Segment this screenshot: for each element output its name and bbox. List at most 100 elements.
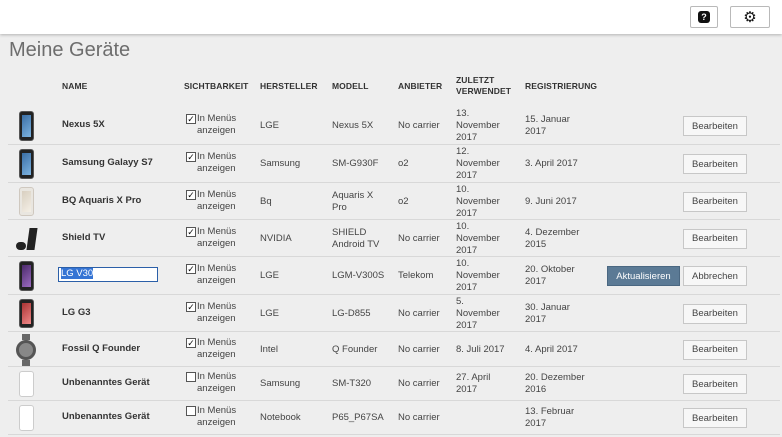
last-used-line1: 27. April — [456, 372, 491, 383]
last-used: 5. November 2017 — [456, 296, 500, 332]
registration-date: 20. Dezember 2016 — [525, 372, 585, 396]
last-used-line3: 2017 — [456, 244, 478, 256]
console-shape — [26, 227, 38, 250]
model-line1: SM-G930F — [332, 158, 379, 169]
edit-button[interactable]: Bearbeiten — [683, 191, 747, 212]
visibility-label-line2: anzeigen — [197, 125, 236, 136]
model: P65_P67SA — [332, 412, 384, 424]
edit-button[interactable]: Bearbeiten — [683, 228, 747, 249]
update-button[interactable]: Aktualisieren — [607, 266, 680, 286]
table-row: Nexus 5X ✓ In Menüs anzeigen LGE Nexus 5X No c… — [8, 107, 780, 145]
phone-screen — [21, 153, 31, 175]
visibility-checkbox[interactable]: ✓ — [186, 301, 196, 312]
table-row: Unbenanntes Gerät In Menüs anzeigen Samsung… — [8, 367, 780, 401]
phone-icon — [18, 261, 34, 291]
model-line1: LG-D855 — [332, 307, 371, 319]
registration-date: 3. April 2017 — [525, 158, 578, 170]
visibility-label-line1: In Menüs — [197, 300, 237, 312]
device-name: Fossil Q Founder — [62, 342, 141, 354]
table-row: Samsung Galayy S7 ✓ In Menüs anzeigen Samsun… — [8, 145, 780, 183]
device-image — [14, 109, 38, 143]
visibility-label-line2: anzeigen — [197, 200, 236, 212]
carrier: No carrier — [398, 378, 440, 389]
edit-button[interactable]: Bearbeiten — [683, 339, 747, 360]
device-name: BQ Aquaris X Pro — [62, 194, 142, 206]
visibility-label-line2: anzeigen — [197, 163, 236, 174]
visibility-checkbox[interactable]: ✓ — [186, 189, 196, 200]
phone-icon — [18, 187, 34, 216]
phone-screen — [21, 303, 31, 324]
device-image — [14, 147, 38, 181]
carrier: No carrier — [398, 307, 440, 319]
manufacturer: LGE — [260, 120, 280, 131]
visibility-label: In Menüs anzeigen — [197, 337, 236, 361]
model: SM-G930F — [332, 158, 378, 170]
column-header-visibility: SICHTBARKEIT — [184, 81, 249, 91]
edit-button[interactable]: Bearbeiten — [683, 303, 747, 324]
visibility-checkbox[interactable]: ✓ — [186, 226, 196, 237]
last-used-line2: 2017 — [456, 384, 478, 395]
model-line1: Aquaris X — [332, 189, 374, 201]
registration-date: 20. Oktober 2017 — [525, 264, 575, 288]
table-row: BQ Aquaris X Pro ✓ In Menüs anzeigen Bq Aquar… — [8, 183, 780, 220]
visibility-label-line2: anzeigen — [197, 237, 236, 249]
visibility-checkbox[interactable]: ✓ — [186, 152, 196, 162]
phone-icon — [18, 371, 34, 397]
registration-line2: 2017 — [525, 313, 547, 325]
model-line2: Android TV — [332, 238, 380, 250]
visibility-label: In Menüs anzeigen — [197, 301, 236, 325]
last-used: 10. November 2017 — [456, 258, 500, 294]
model-line1: SM-T320 — [332, 378, 372, 389]
help-button[interactable]: ? — [690, 6, 718, 28]
last-used-line3: 2017 — [456, 170, 478, 181]
visibility-label-line1: In Menüs — [197, 113, 237, 124]
device-name-value: LG V30 — [61, 268, 94, 279]
settings-button[interactable]: ⚙ — [730, 6, 770, 28]
model-line2: Pro — [332, 201, 347, 213]
visibility-checkbox[interactable] — [186, 406, 196, 416]
manufacturer: NVIDIA — [260, 232, 292, 244]
phone-screen — [21, 115, 31, 137]
column-header-name: NAME — [62, 81, 88, 91]
registration-line2: 2017 — [525, 418, 547, 429]
column-header-last-used-line1: ZULETZT — [456, 75, 495, 85]
device-image — [14, 222, 38, 255]
edit-button[interactable]: Bearbeiten — [683, 374, 747, 394]
phone-icon — [18, 405, 34, 431]
phone-icon — [18, 299, 34, 328]
last-used: 13. November 2017 — [456, 108, 500, 144]
visibility-checkbox[interactable] — [186, 372, 196, 382]
model-line1: Nexus 5X — [332, 120, 374, 131]
visibility-checkbox[interactable]: ✓ — [186, 337, 196, 348]
watch-icon — [16, 333, 36, 366]
edit-button[interactable]: Bearbeiten — [683, 154, 747, 174]
visibility-checkbox[interactable]: ✓ — [186, 114, 196, 124]
registration-date: 30. Januar 2017 — [525, 302, 570, 326]
last-used: 10. November 2017 — [456, 184, 500, 220]
cancel-button[interactable]: Abbrechen — [683, 266, 747, 286]
visibility-label-line2: anzeigen — [197, 348, 236, 360]
manufacturer: LGE — [260, 307, 280, 319]
manufacturer: LGE — [260, 270, 280, 281]
manufacturer: Notebook — [260, 412, 301, 423]
device-image — [14, 369, 38, 399]
last-used: 12. November 2017 — [456, 146, 500, 182]
gear-icon: ⚙ — [743, 8, 757, 26]
last-used-line1: 10. — [456, 220, 470, 232]
carrier: No carrier — [398, 343, 440, 355]
phone-screen — [21, 409, 31, 427]
registration-line2: 2016 — [525, 384, 547, 395]
edit-button[interactable]: Bearbeiten — [683, 408, 747, 428]
visibility-label-line1: In Menüs — [197, 263, 237, 274]
visibility-label: In Menüs anzeigen — [197, 151, 236, 175]
edit-button[interactable]: Bearbeiten — [683, 116, 747, 136]
visibility-label-line1: In Menüs — [197, 151, 237, 162]
visibility-label-line1: In Menüs — [197, 225, 237, 237]
visibility-label-line2: anzeigen — [197, 275, 236, 286]
carrier: No carrier — [398, 232, 440, 244]
last-used-line3: 2017 — [456, 207, 478, 219]
visibility-label-line2: anzeigen — [197, 417, 236, 428]
device-image — [14, 297, 38, 330]
device-name-input[interactable]: LG V30 — [58, 267, 158, 282]
visibility-checkbox[interactable]: ✓ — [186, 264, 196, 274]
